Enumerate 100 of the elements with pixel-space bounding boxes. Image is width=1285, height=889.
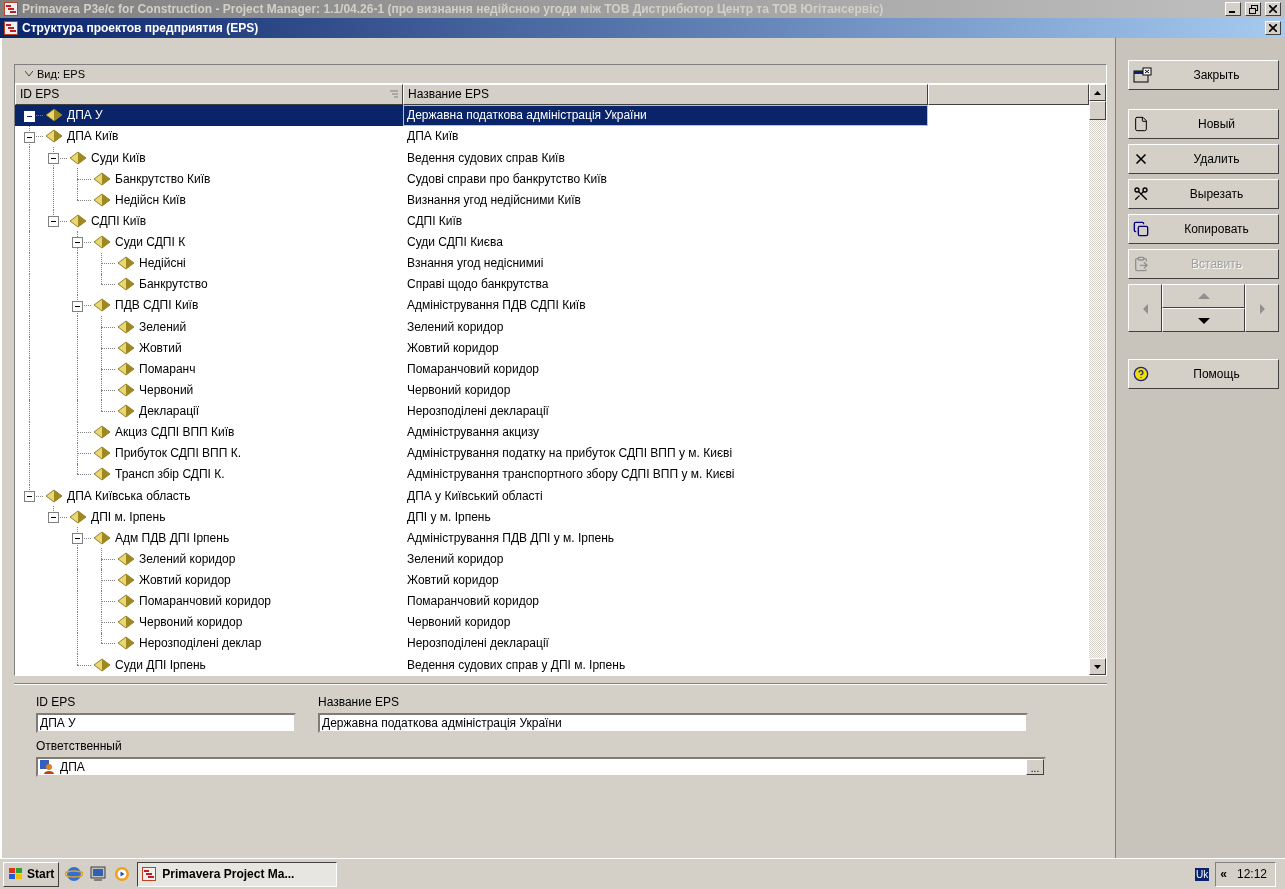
scroll-up-button[interactable]	[1089, 84, 1106, 101]
collapse-toggle[interactable]	[72, 237, 83, 249]
minimize-button[interactable]	[1225, 2, 1241, 16]
tree-row[interactable]: Суди Київ Ведення судових справ Київ	[15, 147, 1089, 169]
column-header[interactable]: ID EPS	[15, 84, 403, 105]
restore-icon	[1248, 4, 1258, 14]
pyramid-icon	[93, 298, 111, 313]
pyramid-icon	[69, 150, 87, 165]
taskbar-window-button[interactable]: Primavera Project Ma...	[137, 861, 338, 887]
collapse-toggle[interactable]	[24, 491, 35, 502]
tree-row[interactable]: ДПІ м. Ірпень ДПІ у м. Ірпень	[15, 506, 1089, 528]
collapse-toggle[interactable]	[48, 512, 59, 524]
pyramid-icon	[117, 404, 135, 419]
tree-row[interactable]: Червоний Червоний коридор	[15, 379, 1089, 401]
eps-id: Прибуток СДПІ ВПП К.	[115, 446, 241, 461]
tree-row[interactable]: Суди ДПІ Ірпень Ведення судових справ у ДПІ м. Ірпень	[15, 654, 1089, 676]
tree-row[interactable]: Банкрутство Київ Судові справи про банкрутство Київ	[15, 168, 1089, 190]
desktop-icon[interactable]	[89, 865, 108, 883]
tree-row[interactable]: ДПА Київ ДПА Київ	[15, 125, 1089, 147]
close-button[interactable]	[1265, 2, 1281, 16]
collapse-toggle[interactable]	[72, 533, 83, 545]
windows-logo-icon	[8, 867, 24, 881]
name-field[interactable]: Державна податкова адміністрація України	[318, 713, 1028, 733]
new-button[interactable]: Новый	[1128, 109, 1279, 139]
scroll-thumb[interactable]	[1089, 101, 1106, 120]
pyramid-icon	[93, 235, 111, 250]
tree-row[interactable]: Акциз СДПІ ВПП Київ Адміністрування акцизу	[15, 421, 1089, 443]
collapse-toggle[interactable]	[48, 153, 59, 164]
pyramid-icon	[117, 256, 135, 271]
tree-row[interactable]: Помаранчовий коридор Помаранчовий коридор	[15, 590, 1089, 612]
tree-row[interactable]: Жовтий Жовтий коридор	[15, 337, 1089, 359]
help-icon	[1133, 366, 1149, 382]
tree-row[interactable]: Прибуток СДПІ ВПП К. Адміністрування податку на прибуток СДПІ ВПП у м. Києві	[15, 442, 1089, 464]
tree-row[interactable]: Трансп збір СДПІ К. Адміністрування транспортного збору СДПІ ВПП у м. Києві	[15, 463, 1089, 485]
pyramid-icon	[117, 277, 135, 292]
id-field[interactable]: ДПА У	[36, 713, 296, 733]
eps-id: Трансп збір СДПІ К.	[115, 467, 225, 482]
pyramid-icon	[93, 657, 111, 672]
eps-id: Червоний коридор	[139, 615, 243, 630]
tree-row[interactable]: Недійсн Київ Визнання угод недійсними Київ	[15, 189, 1089, 211]
browse-button[interactable]: ...	[1026, 759, 1044, 775]
eps-id: Жовтий коридор	[139, 573, 231, 588]
eps-id: Суди СДПІ К	[115, 235, 186, 250]
eps-id: ДПА У	[67, 108, 103, 123]
tree-row[interactable]: Нерозподілені деклар Нерозподілені декларації	[15, 632, 1089, 654]
eps-id: Жовтий	[139, 340, 182, 355]
tree-row[interactable]: Помаранч Помаранчовий коридор	[15, 358, 1089, 380]
close-button[interactable]: Закрыть	[1128, 60, 1279, 90]
paste-icon	[1133, 256, 1149, 272]
close-icon	[1269, 5, 1277, 13]
tree-row[interactable]: СДПІ Київ СДПІ Київ	[15, 210, 1089, 232]
collapse-toggle[interactable]	[48, 216, 59, 228]
browser-icon[interactable]	[65, 865, 84, 883]
collapse-toggle[interactable]	[72, 300, 83, 312]
eps-id: Суди ДПІ Ірпень	[115, 657, 206, 672]
tree-row[interactable]: Декларації Нерозподілені декларації	[15, 400, 1089, 422]
vertical-scrollbar[interactable]	[1089, 84, 1106, 675]
dialog-title: Структура проектов предприятия (EPS)	[22, 21, 260, 35]
move-down-button[interactable]	[1162, 308, 1245, 332]
pyramid-icon	[117, 636, 135, 651]
pyramid-icon	[93, 446, 111, 461]
view-label[interactable]: Вид: EPS	[37, 68, 86, 80]
tree-row[interactable]: Червоний коридор Червоний коридор	[15, 611, 1089, 633]
tree-row[interactable]: Суди СДПІ К Суди СДПІ Києва	[15, 231, 1089, 253]
scroll-down-button[interactable]	[1089, 658, 1106, 675]
pyramid-icon	[93, 530, 111, 545]
restore-button[interactable]	[1245, 2, 1261, 16]
tree-row[interactable]: Адм ПДВ ДПІ Ірпень Адміністрування ПДВ ДПІ у м. Ірпень	[15, 527, 1089, 549]
media-player-icon[interactable]	[113, 865, 132, 883]
cut-button[interactable]: Вырезать	[1128, 179, 1279, 209]
chevron-down-icon	[25, 71, 33, 77]
start-button[interactable]: Start	[3, 861, 60, 887]
eps-id: Банкрутство Київ	[115, 171, 211, 186]
field-label: Ответственный	[36, 739, 123, 753]
tree-row[interactable]: Банкрутство Справі щодо банкрутства	[15, 273, 1089, 295]
column-header[interactable]: Название EPS	[403, 84, 928, 105]
copy-button[interactable]: Копировать	[1128, 214, 1279, 244]
window-close-icon	[1133, 67, 1153, 83]
tree-row[interactable]: Зелений коридор Зелений коридор	[15, 548, 1089, 570]
tree-row[interactable]: Недійсні Взнання угод недіснимиі	[15, 252, 1089, 274]
help-button[interactable]: Помощь	[1128, 359, 1279, 389]
language-indicator[interactable]: Uk	[1195, 867, 1210, 881]
tree-row[interactable]: ДПА У Державна податкова адміністрація України	[15, 104, 1089, 126]
column-header[interactable]	[928, 84, 1089, 105]
close-button[interactable]	[1265, 21, 1281, 35]
clock: 12:12	[1236, 867, 1267, 881]
delete-button[interactable]: Удалить	[1128, 144, 1279, 174]
new-page-icon	[1133, 116, 1149, 132]
eps-id: ДПА Київська область	[67, 488, 191, 503]
tray-expand-button[interactable]: «	[1220, 867, 1227, 881]
tree-row[interactable]: Зелений Зелений коридор	[15, 316, 1089, 338]
pyramid-icon	[93, 171, 111, 186]
pyramid-icon	[69, 213, 87, 228]
tree-row[interactable]: ПДВ СДПІ Київ Адміністрування ПДВ СДПІ Київ	[15, 294, 1089, 316]
tree-row[interactable]: Жовтий коридор Жовтий коридор	[15, 569, 1089, 591]
tree-row[interactable]: ДПА Київська область ДПА у Київський області	[15, 485, 1089, 507]
eps-id: Недійсні	[139, 256, 186, 271]
scissors-icon	[1133, 186, 1149, 202]
responsible-field[interactable]: ДПА ...	[36, 757, 1046, 777]
collapse-toggle[interactable]	[24, 131, 35, 143]
